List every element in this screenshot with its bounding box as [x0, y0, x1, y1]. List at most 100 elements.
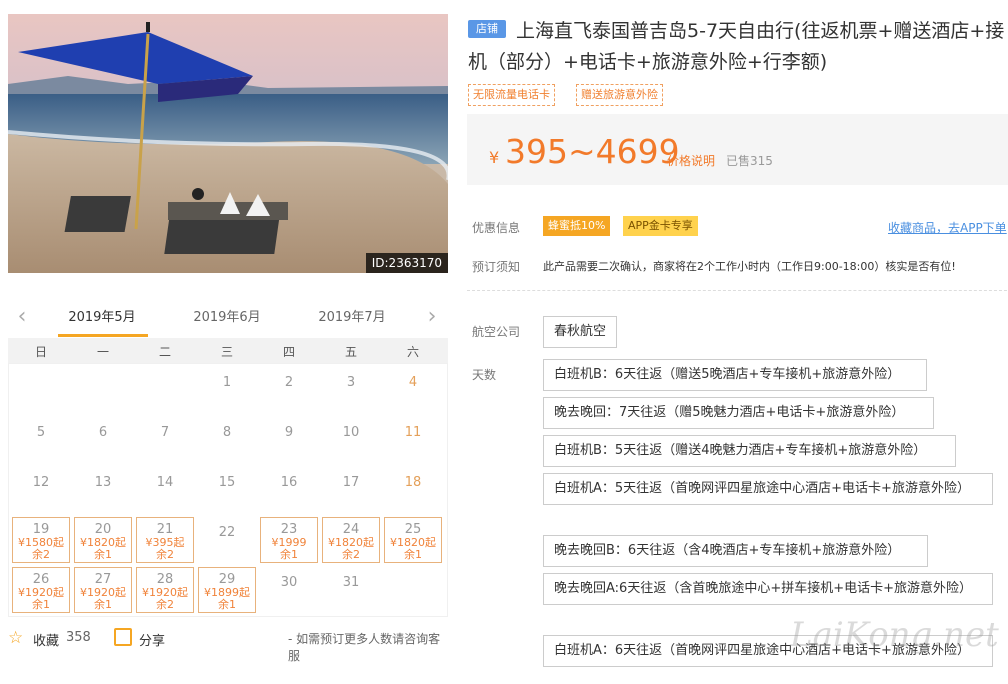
store-badge[interactable]: 店铺	[468, 20, 506, 38]
calendar-day: 3	[322, 367, 380, 413]
day-number: 4	[408, 375, 418, 390]
share-icon[interactable]	[114, 628, 132, 646]
calendar-day: 2	[260, 367, 318, 413]
calendar-day: 11	[384, 417, 442, 463]
calendar-day-available[interactable]: 21 ¥395起 余2	[136, 517, 194, 563]
section-divider	[467, 290, 1008, 292]
day-number: 26	[32, 572, 50, 587]
price-note-link[interactable]: 价格说明	[667, 152, 715, 169]
day-number: 12	[32, 475, 50, 490]
days-label: 天数	[472, 368, 497, 382]
calendar-day: 14	[136, 467, 194, 513]
weekday-label: 五	[344, 345, 357, 359]
day-number: 5	[36, 425, 46, 440]
day-number: 31	[342, 575, 360, 590]
favorite-label[interactable]: 收藏	[33, 630, 59, 649]
chevron-right-icon[interactable]: ›	[422, 304, 442, 330]
day-remaining: 余1	[94, 598, 112, 611]
calendar-day: 5	[12, 417, 70, 463]
calendar-day: 18	[384, 467, 442, 513]
day-option[interactable]: 晚去晚回：7天往返（赠5晚魅力酒店+电话卡+旅游意外险）	[543, 397, 934, 429]
day-remaining: 余2	[156, 548, 174, 561]
site-watermark: LaiKong.net	[790, 615, 999, 655]
share-label[interactable]: 分享	[139, 630, 165, 649]
day-option[interactable]: 晚去晚回A:6天往返（含首晚旅途中心+拼车接机+电话卡+旅游意外险）	[543, 573, 993, 605]
app-order-link[interactable]: 收藏商品，去APP下单	[888, 219, 1007, 236]
beach-umbrella-image	[8, 14, 448, 273]
calendar-day: 6	[74, 417, 132, 463]
calendar-day: 7	[136, 417, 194, 463]
calendar-day: 12	[12, 467, 70, 513]
calendar-day-available[interactable]: 27 ¥1920起 余1	[74, 567, 132, 613]
chevron-left-icon[interactable]: ‹	[12, 304, 32, 330]
price-box: ¥ 395~4699 价格说明 已售315	[467, 114, 1008, 185]
star-icon[interactable]: ☆	[8, 628, 23, 648]
day-remaining: 余1	[280, 548, 298, 561]
day-number: 1	[222, 375, 232, 390]
calendar-day: 1	[198, 367, 256, 413]
product-title: 上海直飞泰国普吉岛5-7天自由行(往返机票+赠送酒店+接机（部分）+电话卡+旅游…	[468, 20, 1005, 73]
weekday-label: 四	[282, 345, 295, 359]
calendar-day: 30	[260, 567, 318, 613]
day-number: 28	[156, 572, 174, 587]
day-number: 6	[98, 425, 108, 440]
day-option[interactable]: 白班机B：6天往返（赠送5晚酒店+专车接机+旅游意外险）	[543, 359, 927, 391]
sold-count: 已售315	[726, 154, 773, 168]
tab-month-may[interactable]: 2019年5月	[52, 306, 152, 325]
tag-insurance: 赠送旅游意外险	[576, 84, 663, 106]
weekday-label: 日	[34, 345, 47, 359]
day-number: 29	[218, 572, 236, 587]
calendar-day-available[interactable]: 23 ¥1999 余1	[260, 517, 318, 563]
day-number: 22	[218, 525, 236, 540]
active-month-indicator	[58, 334, 148, 337]
day-number: 20	[94, 522, 112, 537]
day-number: 10	[342, 425, 360, 440]
day-number: 23	[280, 522, 298, 537]
calendar-day-available[interactable]: 20 ¥1820起 余1	[74, 517, 132, 563]
day-number: 13	[94, 475, 112, 490]
promo-chip-honey: 蜂蜜抵10%	[543, 216, 611, 236]
day-number: 14	[156, 475, 174, 490]
calendar-day: 4	[384, 367, 442, 413]
favorite-count: 358	[66, 630, 91, 645]
day-remaining: 余1	[218, 598, 236, 611]
day-remaining: 余1	[404, 548, 422, 561]
day-remaining: 余2	[156, 598, 174, 611]
calendar-month-nav: ‹ 2019年5月 2019年6月 2019年7月 ›	[8, 300, 448, 338]
calendar-day: 22	[198, 517, 256, 563]
calendar-day-available[interactable]: 28 ¥1920起 余2	[136, 567, 194, 613]
day-remaining: 余2	[32, 548, 50, 561]
day-number: 2	[284, 375, 294, 390]
calendar-day: 10	[322, 417, 380, 463]
action-footer: ☆ 收藏 358 分享 - 如需预订更多人数请咨询客服	[8, 628, 448, 663]
day-option[interactable]: 白班机A：5天往返（首晚网评四星旅途中心酒店+电话卡+旅游意外险）	[543, 473, 993, 505]
calendar-day-available[interactable]: 29 ¥1899起 余1	[198, 567, 256, 613]
day-number: 25	[404, 522, 422, 537]
day-number: 15	[218, 475, 236, 490]
day-number: 3	[346, 375, 356, 390]
day-option[interactable]: 白班机B：5天往返（赠送4晚魅力酒店+专车接机+旅游意外险）	[543, 435, 956, 467]
promo-label: 优惠信息	[472, 221, 521, 235]
airline-option-spring[interactable]: 春秋航空	[543, 316, 618, 348]
calendar-day: 15	[198, 467, 256, 513]
day-option[interactable]: 晚去晚回B：6天往返（含4晚酒店+专车接机+旅游意外险）	[543, 535, 928, 567]
calendar-day-available[interactable]: 19 ¥1580起 余2	[12, 517, 70, 563]
day-number: 30	[280, 575, 298, 590]
calendar-day-available[interactable]: 24 ¥1820起 余2	[322, 517, 380, 563]
day-number: 27	[94, 572, 112, 587]
calendar-day-available[interactable]: 25 ¥1820起 余1	[384, 517, 442, 563]
airline-label: 航空公司	[472, 325, 521, 339]
weekday-label: 三	[220, 345, 233, 359]
calendar-day: 17	[322, 467, 380, 513]
calendar-weekday-header: 日 一 二 三 四 五 六	[8, 338, 448, 363]
day-number: 8	[222, 425, 232, 440]
day-number: 18	[404, 475, 422, 490]
calendar-day: 31	[322, 567, 380, 613]
day-number: 24	[342, 522, 360, 537]
day-number: 9	[284, 425, 294, 440]
tab-month-june[interactable]: 2019年6月	[177, 306, 277, 325]
calendar-day: 16	[260, 467, 318, 513]
day-number: 16	[280, 475, 298, 490]
tab-month-july[interactable]: 2019年7月	[302, 306, 402, 325]
calendar-day-available[interactable]: 26 ¥1920起 余1	[12, 567, 70, 613]
